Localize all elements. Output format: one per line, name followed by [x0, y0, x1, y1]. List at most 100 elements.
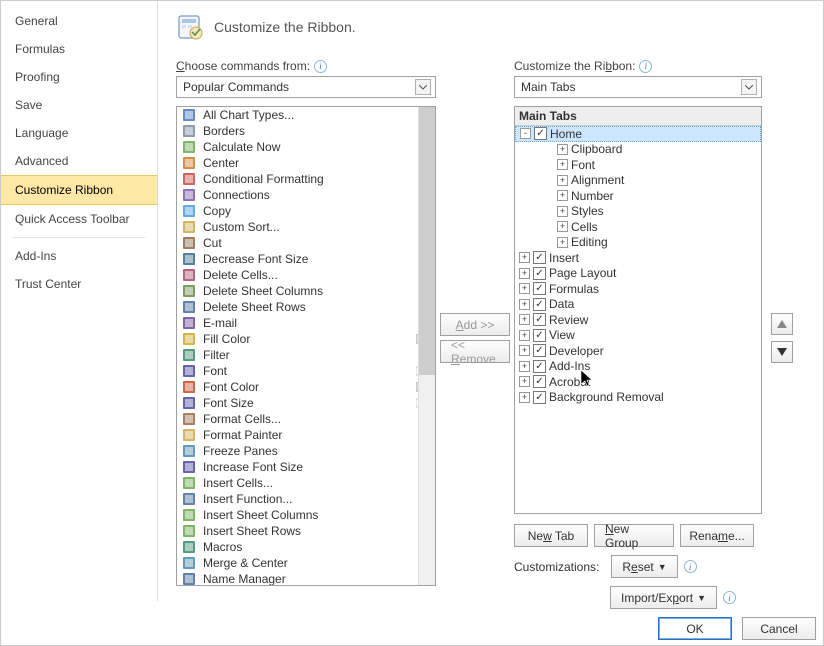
- sidebar-item-language[interactable]: Language: [1, 119, 157, 147]
- expander-icon[interactable]: +: [519, 392, 530, 403]
- sidebar-item-addins[interactable]: Add-Ins: [1, 242, 157, 270]
- expander-icon[interactable]: +: [519, 330, 530, 341]
- tree-tab-item[interactable]: +Acrobat: [515, 374, 761, 390]
- expander-icon[interactable]: +: [557, 221, 568, 232]
- expander-icon[interactable]: +: [519, 299, 530, 310]
- command-item[interactable]: Borders: [177, 123, 435, 139]
- tree-group-item[interactable]: +Editing: [515, 235, 761, 251]
- tab-checkbox[interactable]: [534, 127, 547, 140]
- sidebar-item-formulas[interactable]: Formulas: [1, 35, 157, 63]
- expander-icon[interactable]: +: [519, 252, 530, 263]
- info-icon[interactable]: i: [639, 60, 652, 73]
- command-item[interactable]: Custom Sort...: [177, 219, 435, 235]
- command-item[interactable]: Delete Sheet Columns: [177, 283, 435, 299]
- tree-group-item[interactable]: +Alignment: [515, 173, 761, 189]
- command-item[interactable]: Font Color: [177, 379, 435, 395]
- tab-checkbox[interactable]: [533, 282, 546, 295]
- tab-checkbox[interactable]: [533, 344, 546, 357]
- tree-group-item[interactable]: +Font: [515, 157, 761, 173]
- tab-checkbox[interactable]: [533, 375, 546, 388]
- expander-icon[interactable]: -: [520, 128, 531, 139]
- command-item[interactable]: Insert Sheet Columns: [177, 507, 435, 523]
- new-group-button[interactable]: New Group: [594, 524, 674, 547]
- command-item[interactable]: Calculate Now: [177, 139, 435, 155]
- command-item[interactable]: Delete Cells...: [177, 267, 435, 283]
- expander-icon[interactable]: +: [519, 314, 530, 325]
- sidebar-item-quick-access[interactable]: Quick Access Toolbar: [1, 205, 157, 233]
- tab-checkbox[interactable]: [533, 298, 546, 311]
- tab-checkbox[interactable]: [533, 313, 546, 326]
- command-item[interactable]: Merge & Center: [177, 555, 435, 571]
- expander-icon[interactable]: +: [557, 206, 568, 217]
- tree-tab-item[interactable]: +Review: [515, 312, 761, 328]
- command-item[interactable]: Conditional Formatting: [177, 171, 435, 187]
- tree-tab-item[interactable]: +View: [515, 328, 761, 344]
- choose-commands-dropdown[interactable]: Popular Commands: [176, 76, 436, 98]
- command-item[interactable]: Format Painter: [177, 427, 435, 443]
- tree-tab-item[interactable]: +Formulas: [515, 281, 761, 297]
- sidebar-item-general[interactable]: General: [1, 7, 157, 35]
- sidebar-item-customize-ribbon[interactable]: Customize Ribbon: [1, 175, 157, 205]
- add-button[interactable]: Add >>: [440, 313, 510, 336]
- ok-button[interactable]: OK: [658, 617, 732, 640]
- expander-icon[interactable]: +: [557, 175, 568, 186]
- expander-icon[interactable]: +: [557, 237, 568, 248]
- tree-group-item[interactable]: +Styles: [515, 204, 761, 220]
- move-up-button[interactable]: [771, 313, 793, 335]
- sidebar-item-advanced[interactable]: Advanced: [1, 147, 157, 175]
- expander-icon[interactable]: +: [519, 361, 530, 372]
- command-item[interactable]: Cut: [177, 235, 435, 251]
- tab-checkbox[interactable]: [533, 329, 546, 342]
- command-item[interactable]: All Chart Types...: [177, 107, 435, 123]
- new-tab-button[interactable]: New Tab: [514, 524, 588, 547]
- command-item[interactable]: Filter: [177, 347, 435, 363]
- command-item[interactable]: Insert Cells...: [177, 475, 435, 491]
- command-item[interactable]: Font Size: [177, 395, 435, 411]
- command-item[interactable]: Insert Sheet Rows: [177, 523, 435, 539]
- tab-checkbox[interactable]: [533, 391, 546, 404]
- import-export-button[interactable]: Import/Export▼: [610, 586, 717, 609]
- command-item[interactable]: Fill Color: [177, 331, 435, 347]
- cancel-button[interactable]: Cancel: [742, 617, 816, 640]
- command-item[interactable]: Name Manager: [177, 571, 435, 586]
- tree-tab-item[interactable]: +Data: [515, 297, 761, 313]
- tree-group-item[interactable]: +Number: [515, 188, 761, 204]
- command-item[interactable]: Decrease Font Size: [177, 251, 435, 267]
- commands-scrollbar[interactable]: [418, 107, 435, 585]
- command-item[interactable]: E-mail: [177, 315, 435, 331]
- command-item[interactable]: Freeze Panes: [177, 443, 435, 459]
- sidebar-item-proofing[interactable]: Proofing: [1, 63, 157, 91]
- customize-ribbon-dropdown[interactable]: Main Tabs: [514, 76, 762, 98]
- sidebar-item-trust-center[interactable]: Trust Center: [1, 270, 157, 298]
- expander-icon[interactable]: +: [519, 283, 530, 294]
- command-item[interactable]: Increase Font Size: [177, 459, 435, 475]
- command-item[interactable]: Connections: [177, 187, 435, 203]
- expander-icon[interactable]: +: [557, 144, 568, 155]
- expander-icon[interactable]: +: [519, 376, 530, 387]
- tree-tab-item[interactable]: +Page Layout: [515, 266, 761, 282]
- command-item[interactable]: Delete Sheet Rows: [177, 299, 435, 315]
- command-item[interactable]: Font: [177, 363, 435, 379]
- info-icon[interactable]: i: [684, 560, 697, 573]
- tab-checkbox[interactable]: [533, 267, 546, 280]
- tabs-treebox[interactable]: Main Tabs -Home+Clipboard+Font+Alignment…: [514, 106, 762, 514]
- tree-group-item[interactable]: +Cells: [515, 219, 761, 235]
- tree-tab-item[interactable]: +Add-Ins: [515, 359, 761, 375]
- rename-button[interactable]: Rename...: [680, 524, 754, 547]
- tab-checkbox[interactable]: [533, 360, 546, 373]
- command-item[interactable]: Center: [177, 155, 435, 171]
- reset-button[interactable]: Reset▼: [611, 555, 677, 578]
- expander-icon[interactable]: +: [557, 159, 568, 170]
- tree-group-item[interactable]: +Clipboard: [515, 142, 761, 158]
- expander-icon[interactable]: +: [519, 268, 530, 279]
- expander-icon[interactable]: +: [519, 345, 530, 356]
- expander-icon[interactable]: +: [557, 190, 568, 201]
- tree-tab-item[interactable]: +Insert: [515, 250, 761, 266]
- command-item[interactable]: Copy: [177, 203, 435, 219]
- commands-listbox[interactable]: All Chart Types...BordersCalculate NowCe…: [176, 106, 436, 586]
- sidebar-item-save[interactable]: Save: [1, 91, 157, 119]
- command-item[interactable]: Macros: [177, 539, 435, 555]
- move-down-button[interactable]: [771, 341, 793, 363]
- tree-tab-item[interactable]: +Background Removal: [515, 390, 761, 406]
- command-item[interactable]: Insert Function...: [177, 491, 435, 507]
